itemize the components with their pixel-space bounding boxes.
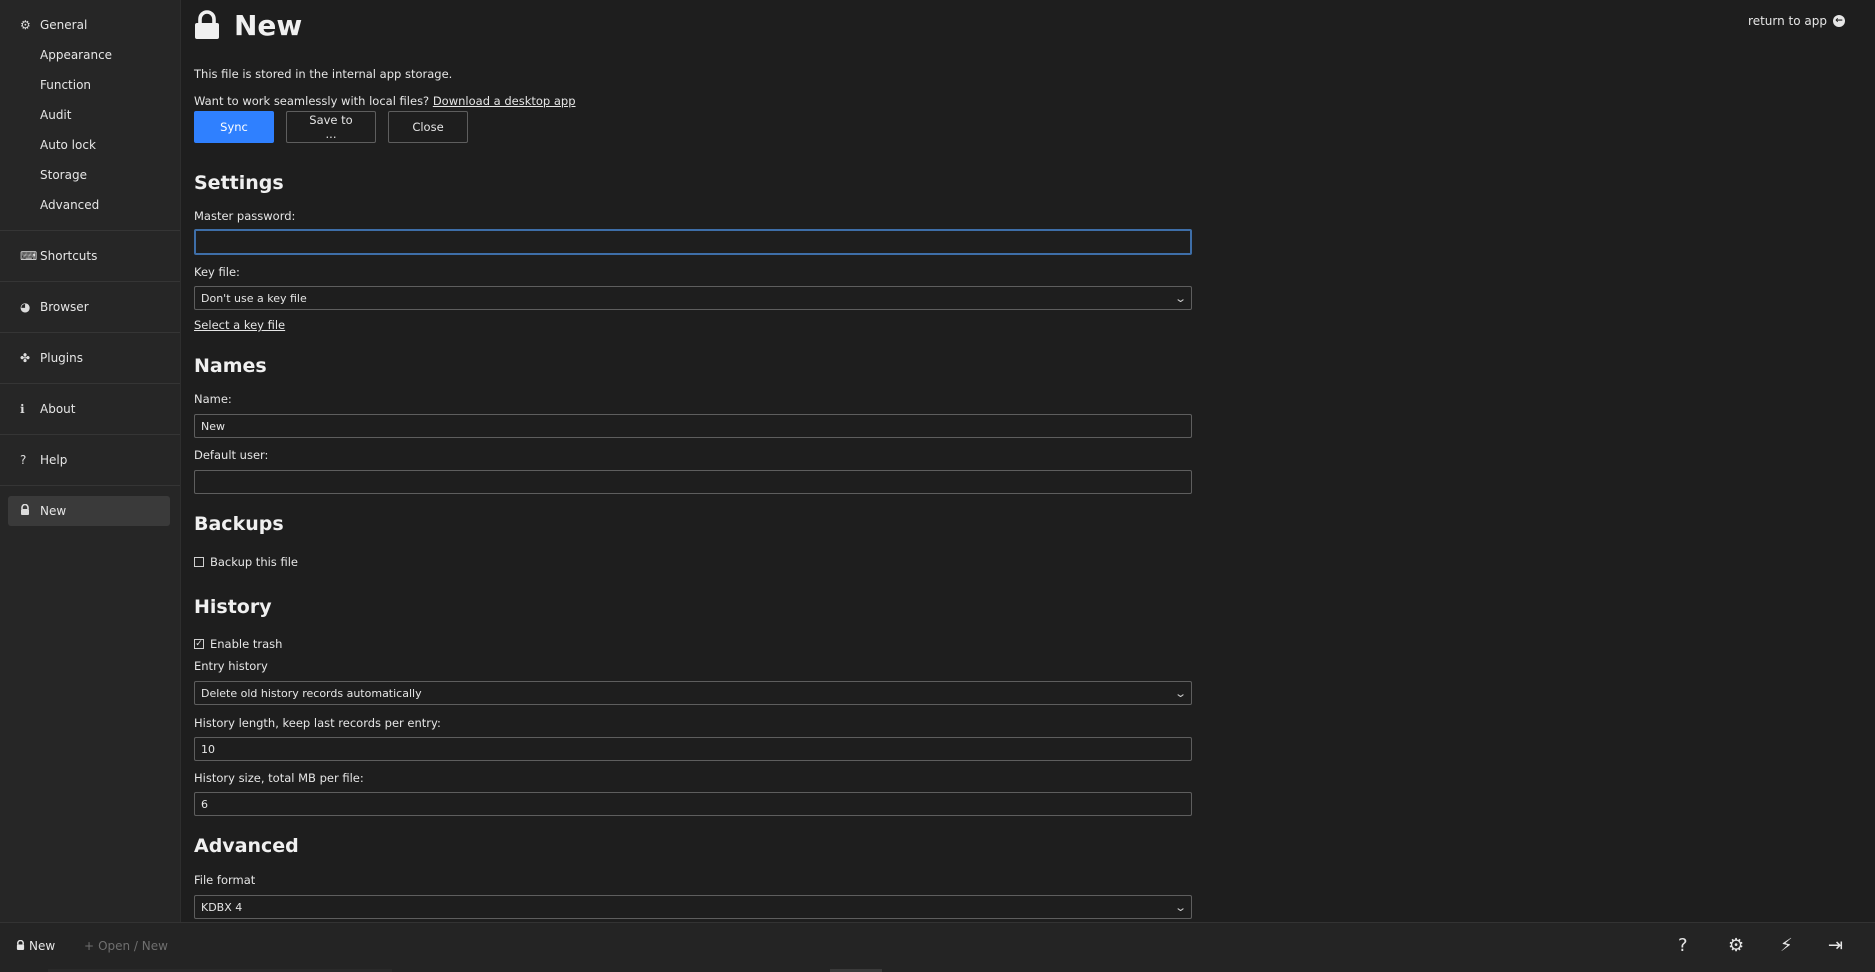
chevron-down-icon: ⌄ [1173,291,1187,305]
advanced-heading: Advanced [194,835,299,857]
backups-heading: Backups [194,513,284,535]
back-arrow-icon: ← [1833,15,1845,27]
sidebar-divider [0,332,180,333]
sidebar-divider [0,281,180,282]
footer-open-new[interactable]: + Open / New [84,939,168,953]
lightning-icon[interactable]: ⚡ [1780,935,1793,956]
chevron-down-icon: ⌄ [1173,686,1187,700]
entry-history-label: Entry history [194,659,268,673]
sidebar-divider [0,230,180,231]
sidebar-divider [0,383,180,384]
sidebar-divider [0,434,180,435]
default-user-label: Default user: [194,448,269,462]
chevron-down-icon: ⌄ [1173,900,1187,914]
save-to-button[interactable]: Save to ... [286,111,376,143]
plus-icon: + [84,939,95,953]
file-format-select[interactable]: KDBX 4 ⌄ [194,895,1192,919]
keyboard-icon: ⌨ [20,249,38,263]
sidebar-item-label: Appearance [40,48,113,62]
sidebar-item-general[interactable]: ⚙ General [0,10,180,40]
history-size-label: History size, total MB per file: [194,771,364,785]
footer-file-new[interactable]: New [16,939,55,953]
download-desktop-app-link[interactable]: Download a desktop app [433,94,576,108]
sidebar-divider [0,485,180,486]
backup-checkbox-label: Backup this file [210,555,298,569]
master-password-label: Master password: [194,209,296,223]
gear-icon[interactable]: ⚙ [1728,935,1744,956]
sidebar-item-file-new[interactable]: New [8,496,170,526]
name-input[interactable] [194,414,1192,438]
sidebar-item-label: Browser [40,300,89,314]
browser-icon: ◕ [20,300,31,314]
history-length-input[interactable] [194,737,1192,761]
gear-icon: ⚙ [20,18,31,32]
enable-trash-row[interactable]: ✓ Enable trash [194,637,282,651]
settings-heading: Settings [194,172,284,194]
sidebar-item-label: Audit [40,108,72,122]
sidebar-item-audit[interactable]: Audit [0,100,180,130]
file-format-selected: KDBX 4 [201,900,243,914]
entry-history-select[interactable]: Delete old history records automatically… [194,681,1192,705]
history-length-label: History length, keep last records per en… [194,716,441,730]
sidebar-item-browser[interactable]: ◕ Browser [0,292,180,322]
entry-history-selected: Delete old history records automatically [201,686,422,700]
sidebar-item-function[interactable]: Function [0,70,180,100]
return-to-app-link[interactable]: return to app ← [1748,14,1845,28]
sidebar-item-label: Auto lock [40,138,96,152]
sidebar-item-label: Plugins [40,351,83,365]
enable-trash-label: Enable trash [210,637,283,651]
sidebar-item-shortcuts[interactable]: ⌨ Shortcuts [0,241,180,271]
select-key-file-link[interactable]: Select a key file [194,318,285,332]
sidebar-item-label: Help [40,453,68,467]
sidebar-item-auto-lock[interactable]: Auto lock [0,130,180,160]
settings-sidebar: ⚙ General Appearance Function Audit Auto… [0,0,181,922]
backup-checkbox[interactable] [194,557,204,567]
sidebar-item-about[interactable]: ℹ About [0,394,180,424]
key-file-select[interactable]: Don't use a key file ⌄ [194,286,1192,310]
sign-out-icon[interactable]: ⇥ [1828,935,1843,956]
sidebar-item-storage[interactable]: Storage [0,160,180,190]
page-header: New [194,0,302,50]
sidebar-item-appearance[interactable]: Appearance [0,40,180,70]
sync-button[interactable]: Sync [194,111,274,143]
history-size-input[interactable] [194,792,1192,816]
desktop-app-prompt-text: Want to work seamlessly with local files… [194,94,430,108]
key-file-selected: Don't use a key file [201,291,307,305]
sidebar-item-help[interactable]: ? Help [0,445,180,475]
info-icon: ℹ [20,402,25,416]
sidebar-item-label: Storage [40,168,87,182]
help-icon[interactable]: ? [1678,935,1688,956]
sidebar-item-label: About [40,402,76,416]
lock-icon [20,503,40,518]
footer-file-label: New [29,939,56,953]
backup-checkbox-row[interactable]: Backup this file [194,555,298,569]
file-format-label: File format [194,873,256,887]
page-title: New [234,8,303,42]
file-actions: Sync Save to ... Close [194,111,468,143]
storage-info-text: This file is stored in the internal app … [194,67,453,81]
return-to-app-label: return to app [1748,14,1827,28]
footer-bar: New + Open / New ? ⚙ ⚡ ⇥ [0,922,1875,972]
sidebar-item-label: Function [40,78,92,92]
key-file-label: Key file: [194,265,240,279]
sidebar-item-label: New [40,504,67,518]
puzzle-icon: ✤ [20,351,31,365]
sidebar-item-label: Advanced [40,198,100,212]
question-icon: ? [20,453,27,467]
sidebar-item-advanced[interactable]: Advanced [0,190,180,220]
footer-open-new-label: Open / New [98,939,168,953]
default-user-input[interactable] [194,470,1192,494]
close-button[interactable]: Close [388,111,468,143]
names-heading: Names [194,355,267,377]
enable-trash-checkbox[interactable]: ✓ [194,639,204,649]
lock-icon [16,939,25,953]
sidebar-item-label: General [40,18,88,32]
sidebar-item-label: Shortcuts [40,249,98,263]
master-password-input[interactable] [194,229,1192,255]
lock-icon [194,10,220,40]
desktop-app-prompt: Want to work seamlessly with local files… [194,94,576,108]
name-label: Name: [194,392,232,406]
history-heading: History [194,596,272,618]
sidebar-item-plugins[interactable]: ✤ Plugins [0,343,180,373]
